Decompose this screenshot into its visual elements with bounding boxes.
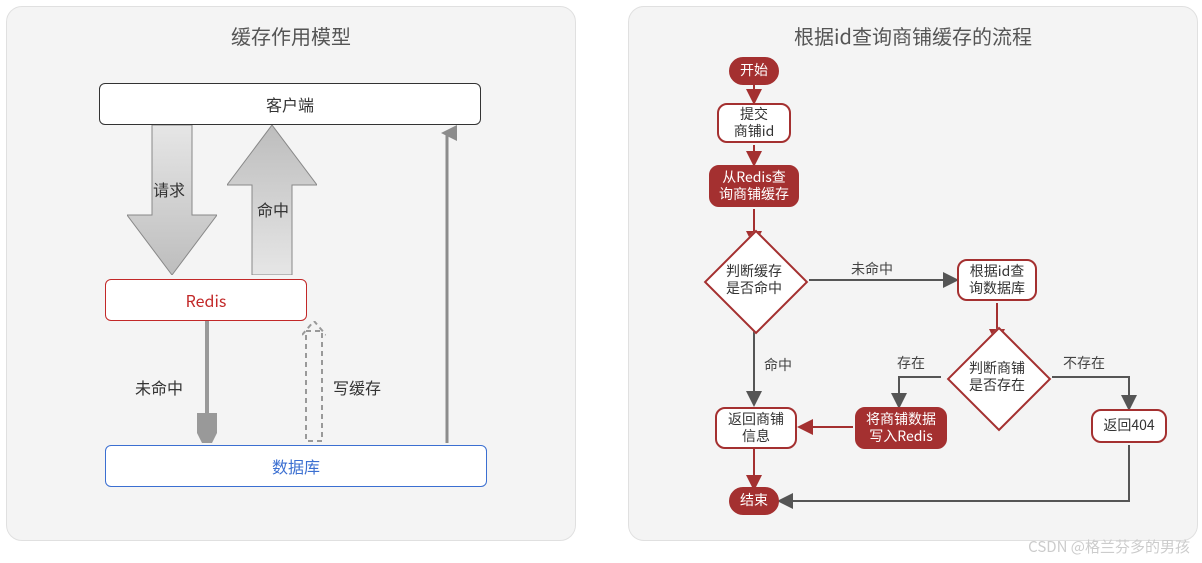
left-panel: 缓存作用模型 客户端 Redis 数据库 请求 命中 <box>6 6 576 541</box>
node-end: 结束 <box>729 487 779 515</box>
watermark: CSDN @格兰芬多的男孩 <box>1028 536 1190 557</box>
label-request: 请求 <box>153 177 185 201</box>
node-write-redis: 将商铺数据 写入Redis <box>855 407 947 449</box>
node-database: 数据库 <box>105 445 487 487</box>
node-client: 客户端 <box>99 83 481 125</box>
label-write-cache: 写缓存 <box>333 375 381 399</box>
left-title: 缓存作用模型 <box>7 21 575 50</box>
edge-hit: 命中 <box>764 355 792 375</box>
edge-exists: 存在 <box>897 353 925 373</box>
edge-miss: 未命中 <box>851 259 893 279</box>
node-start: 开始 <box>729 57 779 85</box>
node-redis: Redis <box>105 279 307 321</box>
node-submit-id: 提交 商铺id <box>717 103 791 143</box>
edge-not-exists: 不存在 <box>1063 353 1105 373</box>
node-return-info: 返回商铺 信息 <box>715 407 797 449</box>
arrow-write-cache-up <box>302 321 326 443</box>
node-return-404: 返回404 <box>1091 409 1167 443</box>
label-hit: 命中 <box>257 197 289 221</box>
node-decide-shop: 判断商铺是否存在 <box>942 342 1052 412</box>
arrow-miss-down <box>197 321 217 443</box>
node-query-db: 根据id查 询数据库 <box>957 259 1037 301</box>
right-panel: 根据id查询商铺缓存的流程 <box>628 6 1198 541</box>
arrow-db-to-client <box>437 125 457 443</box>
node-query-redis: 从Redis查 询商铺缓存 <box>709 165 799 207</box>
label-miss: 未命中 <box>135 375 183 399</box>
node-decide-cache: 判断缓存是否命中 <box>699 245 809 315</box>
